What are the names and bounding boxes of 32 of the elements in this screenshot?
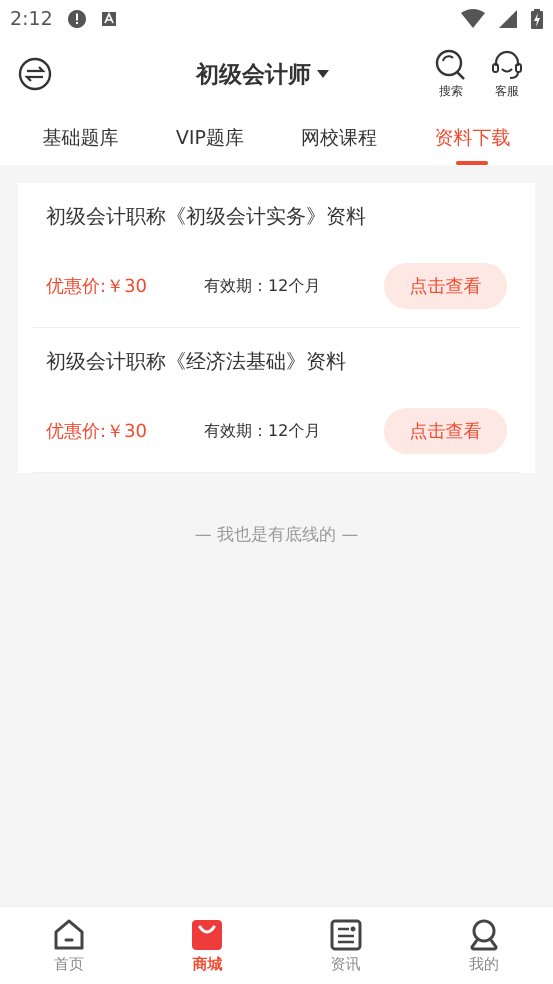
battery-icon bbox=[531, 9, 543, 29]
headset-icon bbox=[490, 48, 524, 80]
validity-text: 有效期：12个月 bbox=[204, 276, 322, 296]
end-of-list-note: — 我也是有底线的 — bbox=[194, 524, 360, 546]
nav-item[interactable]: 首页 bbox=[0, 907, 138, 984]
tab[interactable]: VIP题库 bbox=[172, 110, 248, 165]
view-button[interactable]: 点击查看 bbox=[384, 408, 507, 454]
alert-icon bbox=[66, 9, 87, 29]
nav-item[interactable]: 商城 bbox=[138, 907, 276, 984]
tab[interactable]: 基础题库 bbox=[38, 110, 123, 165]
tab[interactable]: 网校课程 bbox=[297, 110, 382, 165]
support-button[interactable]: 客服 bbox=[479, 48, 535, 100]
switch-icon[interactable] bbox=[18, 57, 52, 91]
validity-text: 有效期：12个月 bbox=[204, 420, 322, 442]
product-title: 初级会计职称《经济法基础》资料 bbox=[45, 348, 347, 375]
shopping-bag-icon bbox=[190, 918, 224, 952]
status-time: 2:12 bbox=[10, 8, 53, 30]
search-button[interactable]: 搜索 bbox=[423, 48, 479, 100]
tab[interactable]: 资料下载 bbox=[430, 110, 514, 165]
view-button[interactable]: 点击查看 bbox=[384, 263, 507, 309]
product-title: 初级会计职称《初级会计实务》资料 bbox=[45, 203, 367, 230]
news-icon bbox=[328, 918, 363, 952]
price-text: 优惠价:￥30 bbox=[46, 275, 148, 298]
signal-icon bbox=[499, 10, 517, 28]
keyboard-icon bbox=[100, 11, 117, 27]
nav-item[interactable]: 我的 bbox=[414, 907, 553, 984]
nav-item[interactable]: 资讯 bbox=[276, 907, 415, 984]
exam-selector[interactable]: 初级会计师 bbox=[196, 58, 329, 90]
price-text: 优惠价:￥30 bbox=[46, 420, 148, 443]
wifi-icon bbox=[461, 9, 485, 29]
home-icon bbox=[52, 918, 86, 952]
caret-icon bbox=[317, 70, 329, 78]
